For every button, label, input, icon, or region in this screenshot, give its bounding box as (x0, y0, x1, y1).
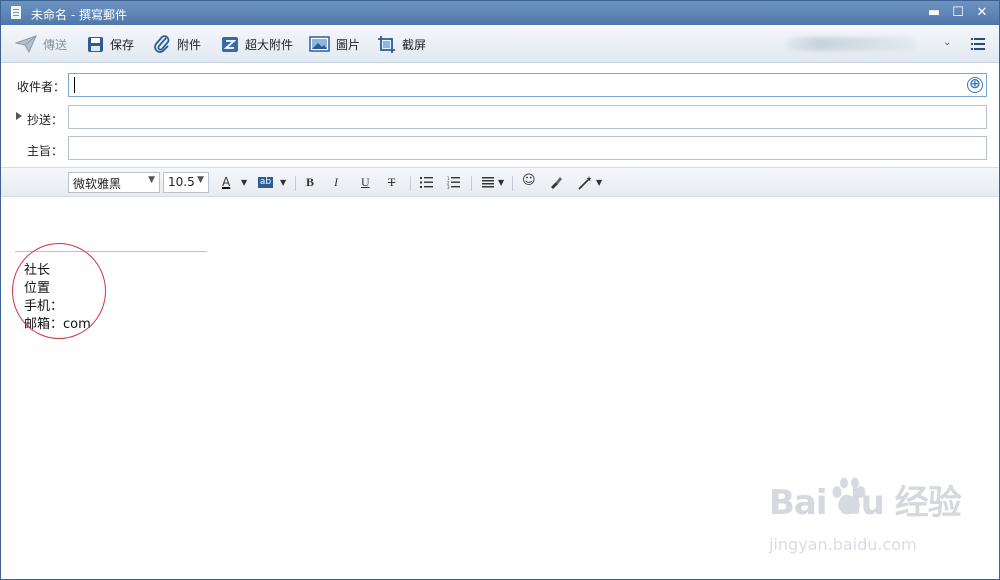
send-label: 傳送 (43, 37, 68, 52)
cc-field[interactable] (68, 105, 987, 129)
svg-text:3: 3 (447, 185, 450, 189)
chevron-down-icon: ▼ (148, 175, 155, 185)
close-button[interactable]: ✕ (971, 3, 993, 23)
attach-button[interactable]: 附件 (154, 33, 201, 55)
italic-button[interactable]: I (334, 175, 338, 190)
chevron-down-icon: ▼ (197, 175, 204, 185)
highlight-button[interactable]: ab (258, 177, 273, 188)
subject-field[interactable] (68, 136, 987, 160)
divider (295, 176, 296, 191)
cc-label: 抄送： (27, 113, 64, 127)
crop-icon (378, 35, 395, 53)
format-painter-icon[interactable] (549, 176, 562, 189)
font-family-value: 微软雅黑 (73, 177, 122, 191)
subject-label: 主旨： (27, 144, 64, 158)
screenshot-button[interactable]: 截屏 (377, 33, 426, 55)
divider (512, 176, 513, 191)
text-cursor (74, 77, 75, 93)
image-label: 圖片 (336, 37, 361, 52)
maximize-button[interactable]: ☐ (947, 3, 969, 23)
magic-wand-dropdown-icon[interactable]: ▼ (596, 178, 602, 187)
save-icon (88, 36, 103, 52)
save-label: 保存 (110, 37, 135, 52)
image-icon (309, 36, 330, 52)
expand-cc-icon[interactable] (16, 112, 22, 120)
magic-wand-icon[interactable] (578, 175, 593, 190)
save-button[interactable]: 保存 (87, 33, 134, 55)
add-recipient-icon[interactable]: ⊕ (967, 77, 983, 93)
compose-window: 未命名 - 撰寫郵件 ▬ ☐ ✕ 傳送 保存 附件 超大附件 圖片 截屏 ⌄ 收… (0, 0, 1000, 580)
header-fields: 收件者： ⊕ 抄送： 主旨： (1, 64, 999, 166)
document-icon (11, 6, 21, 19)
font-family-select[interactable]: 微软雅黑 ▼ (68, 172, 160, 193)
paperclip-icon (154, 35, 170, 53)
highlight-dropdown-icon[interactable]: ▼ (280, 178, 286, 187)
strikethrough-button[interactable]: T (388, 175, 395, 190)
font-color-dropdown-icon[interactable]: ▼ (241, 178, 247, 187)
title-bar: 未命名 - 撰寫郵件 ▬ ☐ ✕ (1, 1, 999, 25)
send-button[interactable]: 傳送 (15, 33, 67, 55)
divider (410, 176, 411, 191)
large-attach-button[interactable]: 超大附件 (221, 33, 293, 55)
watermark-url: jingyan.baidu.com (769, 535, 917, 554)
numbered-list-icon[interactable]: 1 2 3 (447, 176, 460, 189)
underline-button[interactable]: U (361, 175, 370, 190)
menu-icon[interactable] (971, 38, 985, 50)
to-field[interactable]: ⊕ (68, 73, 987, 97)
emoji-icon[interactable]: ☺ (522, 173, 536, 188)
chevron-down-icon[interactable]: ⌄ (943, 37, 951, 48)
font-color-button[interactable]: A (222, 175, 230, 189)
send-icon (15, 35, 37, 53)
bold-button[interactable]: B (306, 175, 314, 190)
divider (471, 176, 472, 191)
image-button[interactable]: 圖片 (309, 33, 360, 55)
screenshot-label: 截屏 (402, 37, 427, 52)
font-size-select[interactable]: 10.5 ▼ (163, 172, 209, 193)
paw-logo-icon (832, 477, 866, 514)
align-icon[interactable] (482, 177, 494, 188)
account-selector[interactable] (786, 37, 916, 51)
window-title: 未命名 - 撰寫郵件 (31, 8, 127, 22)
format-toolbar: 微软雅黑 ▼ 10.5 ▼ A ▼ ab ▼ B I U T 1 2 3 ▼ ☺… (1, 167, 999, 197)
annotation-circle (12, 243, 106, 339)
large-attach-label: 超大附件 (245, 37, 294, 52)
to-label: 收件者： (17, 80, 66, 94)
align-dropdown-icon[interactable]: ▼ (498, 178, 504, 187)
toolbar: 傳送 保存 附件 超大附件 圖片 截屏 ⌄ (1, 25, 999, 63)
font-size-value: 10.5 (168, 175, 195, 189)
bullet-list-icon[interactable] (420, 177, 433, 188)
large-attachment-icon (222, 36, 238, 52)
attach-label: 附件 (177, 37, 202, 52)
minimize-button[interactable]: ▬ (923, 3, 945, 23)
